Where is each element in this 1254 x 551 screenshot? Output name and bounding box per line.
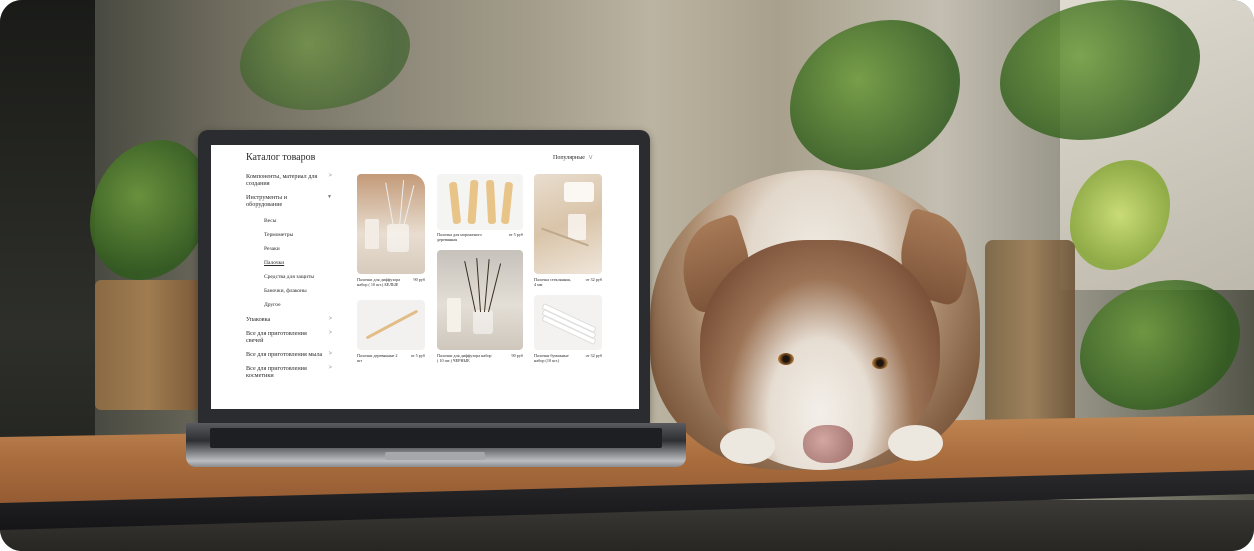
product-price: от 5 руб: [508, 232, 523, 237]
subcategory-thermometers[interactable]: Термометры: [264, 232, 336, 238]
dog-paw-right: [888, 425, 943, 461]
subcategory-cutters[interactable]: Резаки: [264, 246, 336, 252]
subcategory-scales[interactable]: Весы: [264, 218, 336, 224]
plant-left: [90, 140, 210, 280]
product-image: [357, 300, 425, 350]
dog-nose: [803, 425, 853, 463]
product-name: Палочки деревянные 2 шт: [357, 353, 398, 363]
subcategory-other[interactable]: Другое: [264, 302, 336, 308]
product-card[interactable]: Палочки деревянные 2 шт от 5 руб: [357, 300, 425, 370]
chevron-right-icon: >: [328, 316, 332, 322]
category-label: Все для приготовления косметики: [246, 365, 307, 379]
category-sidebar: Компоненты, материал для создания > Инст…: [246, 173, 336, 386]
plant-right-3: [1080, 280, 1240, 410]
category-label: Инструменты и оборудование: [246, 194, 288, 208]
category-packaging[interactable]: Упаковка >: [246, 316, 332, 323]
category-components[interactable]: Компоненты, материал для создания >: [246, 173, 332, 187]
product-name: Палочки бумажные набор (10 шт.): [534, 353, 569, 363]
caret-down-icon: ▼: [327, 195, 332, 200]
laptop-keyboard: [210, 428, 662, 448]
category-label: Упаковка: [246, 316, 271, 323]
category-tools[interactable]: Инструменты и оборудование ▼: [246, 194, 332, 208]
product-card[interactable]: Палочки для диффузора набор ( 10 шт.) БЕ…: [357, 174, 425, 288]
product-price: от 32 руб: [585, 277, 602, 282]
product-name: Палочки для диффузора набор ( 10 шт.) ЧЕ…: [437, 353, 492, 363]
product-price: 90 руб: [511, 353, 523, 358]
product-image: [357, 174, 425, 274]
subcategory-protection[interactable]: Средства для защиты: [264, 274, 336, 280]
category-soap[interactable]: Все для приготовления мыла >: [246, 351, 332, 358]
category-label: Компоненты, материал для создания: [246, 173, 318, 187]
laptop-trackpad: [385, 452, 485, 460]
product-card[interactable]: Палочка для мороженого деревянная от 5 р…: [437, 174, 523, 244]
product-price: 90 руб: [413, 277, 425, 282]
product-card[interactable]: Палочка стеклянная, 4 мм от 32 руб: [534, 174, 602, 288]
product-image: [534, 174, 602, 274]
chevron-right-icon: >: [328, 330, 332, 336]
product-name: Палочки для диффузора набор ( 10 шт.) БЕ…: [357, 277, 401, 287]
plant-top: [240, 0, 410, 110]
product-name: Палочка для мороженого деревянная: [437, 232, 482, 242]
photo-scene: Каталог товаров Популярные \/ Компоненты,…: [0, 0, 1254, 551]
product-card[interactable]: Палочки бумажные набор (10 шт.) от 32 ру…: [534, 295, 602, 370]
dog-paw-left: [720, 428, 775, 464]
product-price: от 5 руб: [410, 353, 425, 358]
product-image: [437, 250, 523, 350]
plant-right-1: [790, 20, 960, 170]
product-name: Палочка стеклянная, 4 мм: [534, 277, 571, 287]
category-label: Все для приготовления мыла: [246, 351, 323, 358]
product-price: от 32 руб: [585, 353, 602, 358]
catalog-title: Каталог товаров: [246, 152, 316, 163]
product-card[interactable]: Палочки для диффузора набор ( 10 шт.) ЧЕ…: [437, 250, 523, 365]
plant-pot-right: [985, 240, 1075, 430]
plant-pot-left: [95, 280, 200, 410]
category-label: Все для приготовления свечей: [246, 330, 307, 344]
product-image: [437, 174, 523, 230]
category-cosmetics[interactable]: Все для приготовления косметики >: [246, 365, 332, 379]
dog-eye-left: [778, 353, 794, 365]
subcategory-jars[interactable]: Баночки, флаконы: [264, 288, 336, 294]
laptop-screen: Каталог товаров Популярные \/ Компоненты,…: [211, 145, 639, 409]
subcategory-sticks[interactable]: Палочки: [264, 260, 336, 266]
chevron-right-icon: >: [328, 365, 332, 371]
category-candles[interactable]: Все для приготовления свечей >: [246, 330, 332, 344]
sort-label: Популярные: [553, 155, 585, 161]
chevron-right-icon: >: [328, 173, 332, 179]
product-image: [534, 295, 602, 350]
chevron-down-icon: \/: [588, 155, 593, 161]
dog-eye-right: [872, 357, 888, 369]
sort-dropdown[interactable]: Популярные \/: [553, 155, 592, 161]
chevron-right-icon: >: [328, 351, 332, 357]
